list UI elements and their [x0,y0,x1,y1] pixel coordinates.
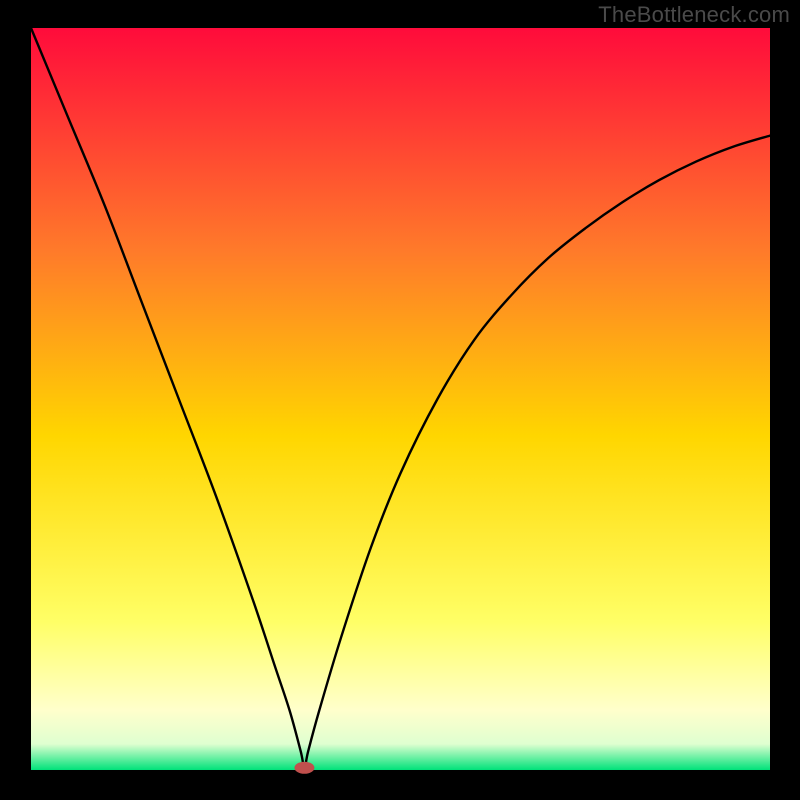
watermark-text: TheBottleneck.com [598,2,790,28]
plot-gradient-area [31,28,770,770]
bottleneck-chart [0,0,800,800]
chart-frame: TheBottleneck.com [0,0,800,800]
minimum-marker [294,762,314,774]
